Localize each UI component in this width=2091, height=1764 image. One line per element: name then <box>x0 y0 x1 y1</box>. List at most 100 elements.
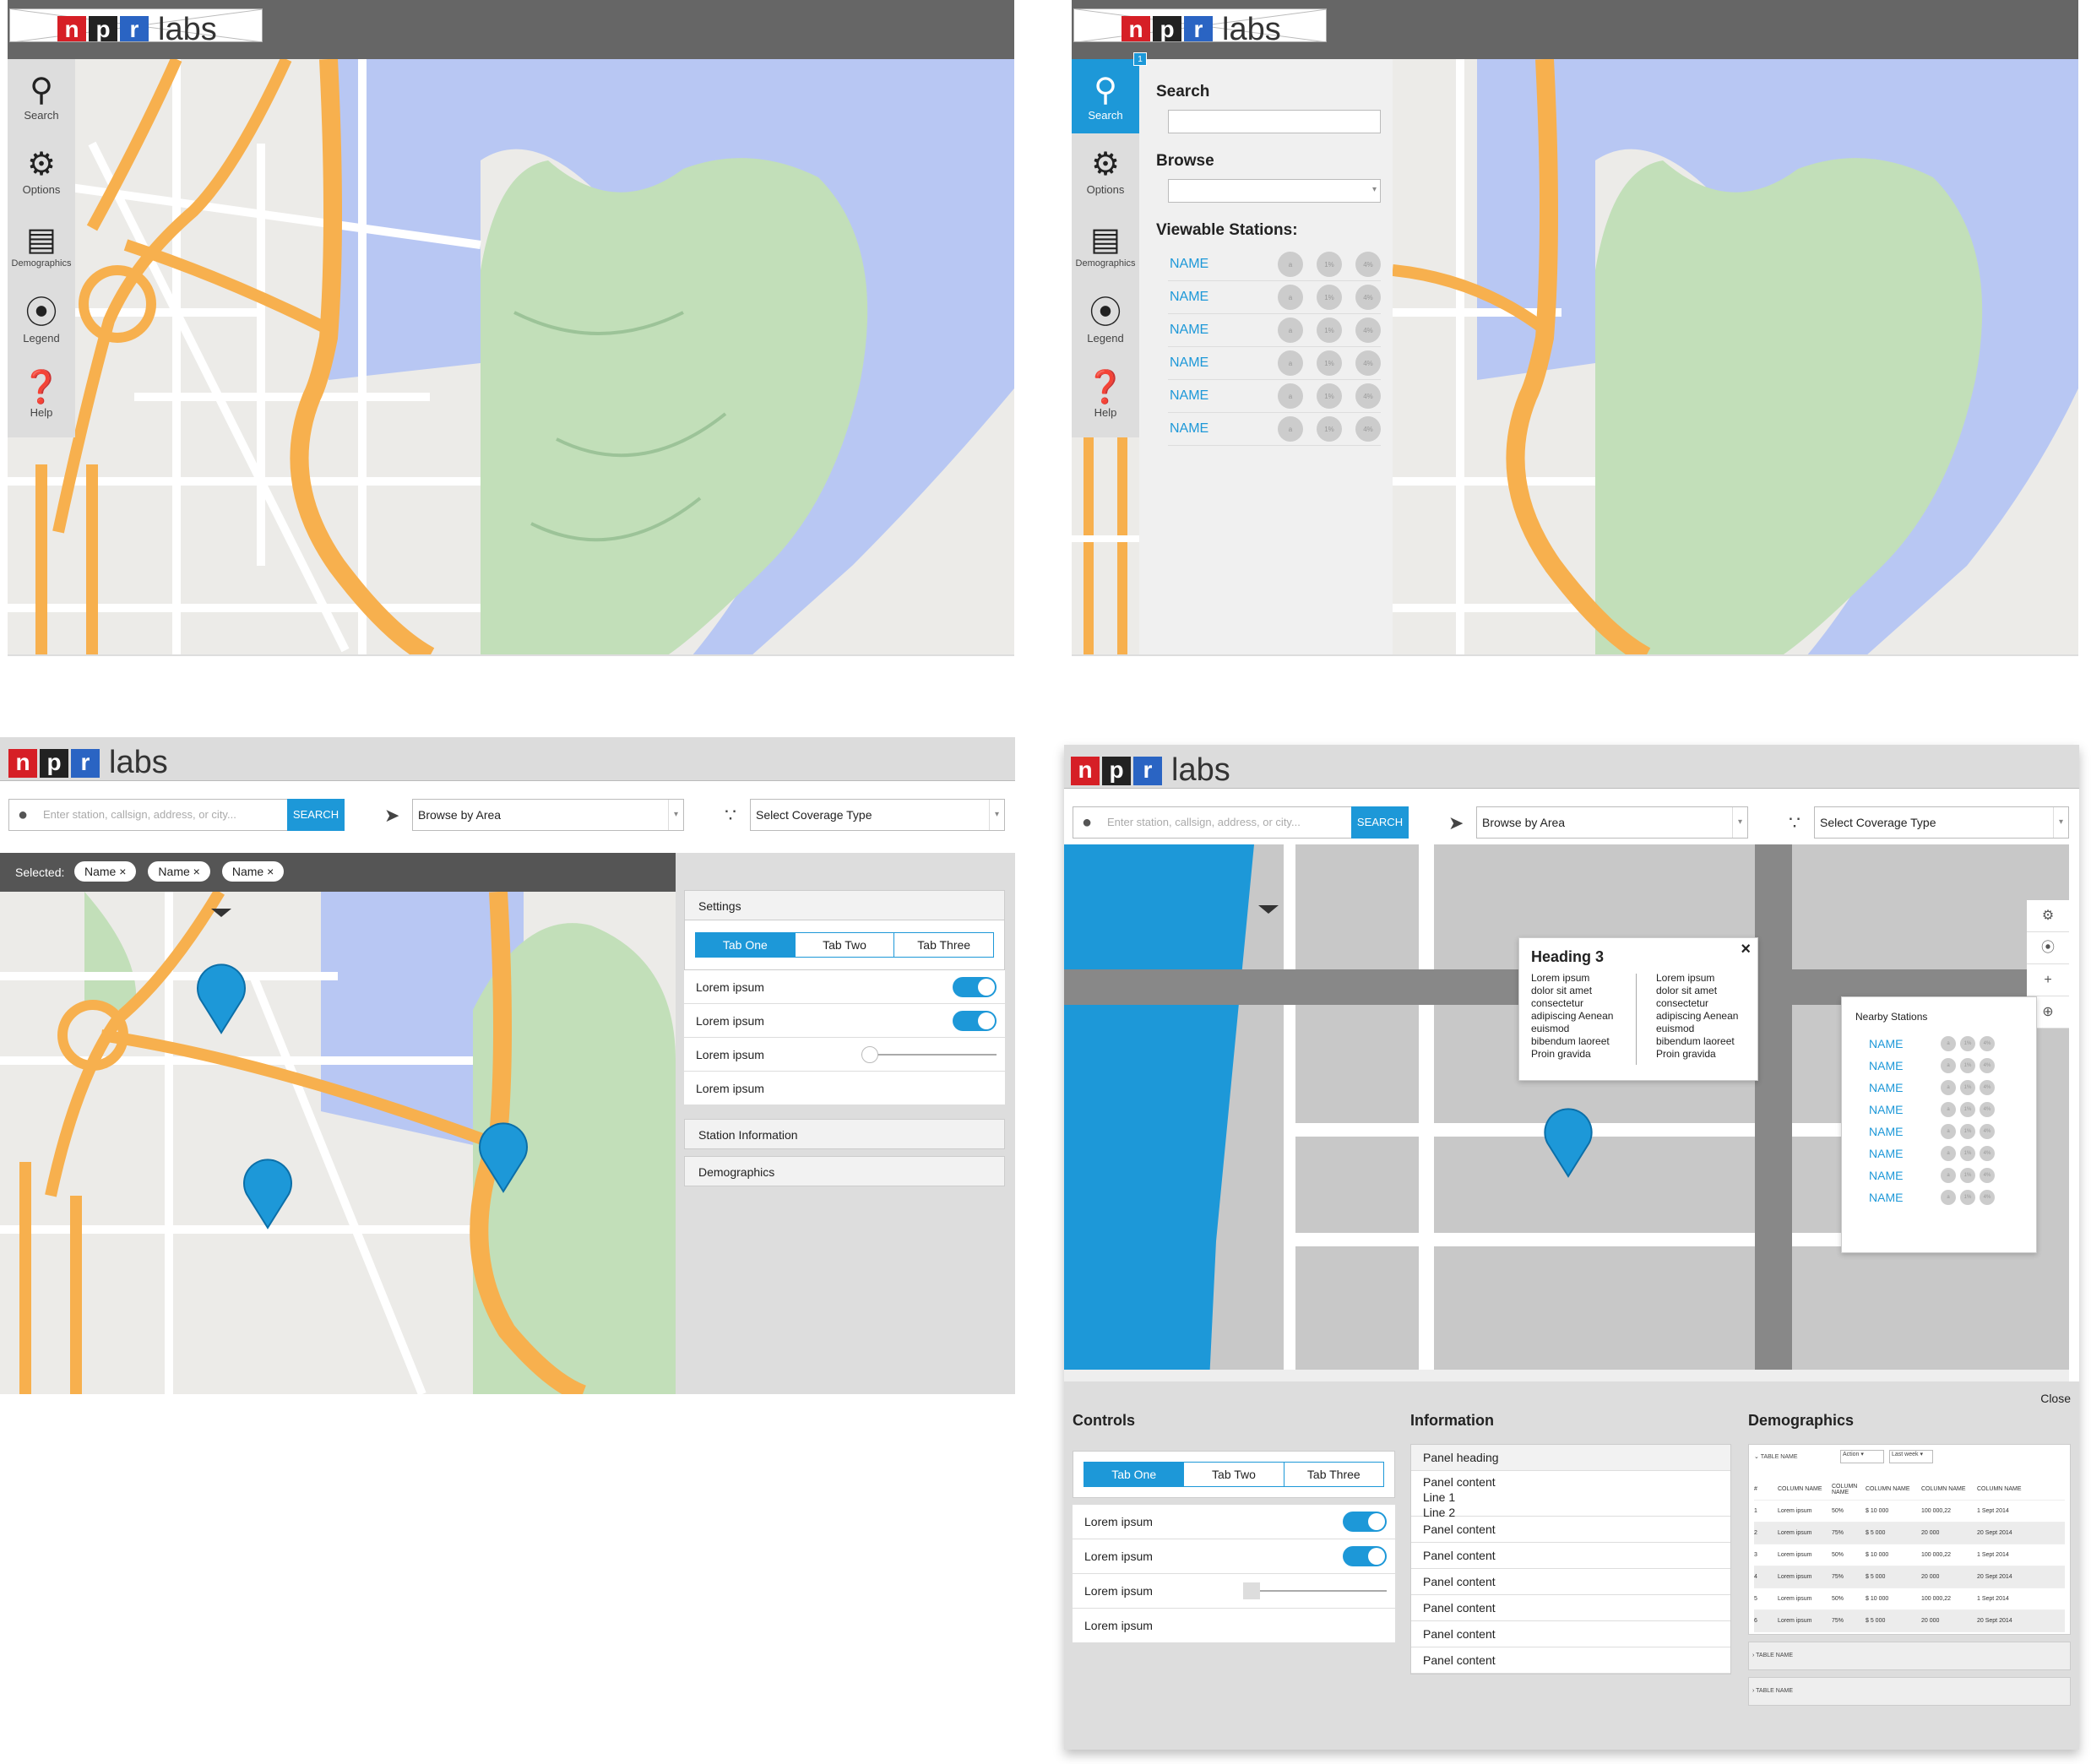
gear-icon[interactable]: ⚙ <box>2027 900 2069 932</box>
station-name[interactable]: NAME <box>1168 356 1264 371</box>
map[interactable] <box>0 892 676 1394</box>
selected-chip[interactable]: Name × <box>148 861 210 882</box>
tab-one[interactable]: Tab One <box>1084 1463 1184 1486</box>
station-action-button[interactable]: a <box>1941 1168 1956 1183</box>
station-action-button[interactable]: 1% <box>1317 383 1342 409</box>
map-pin-icon[interactable] <box>243 1159 292 1230</box>
nearby-station-row[interactable]: NAME a 1% 4% <box>1869 1186 2038 1208</box>
station-name[interactable]: NAME <box>1869 1169 1936 1182</box>
station-action-button[interactable]: 4% <box>1980 1058 1995 1073</box>
station-name[interactable]: NAME <box>1869 1103 1936 1116</box>
station-action-button[interactable]: a <box>1941 1058 1956 1073</box>
table-row[interactable]: 3 Lorem ipsum 50% $ 10 000 100 000,22 1 Sept … <box>1754 1544 2065 1566</box>
tab-two[interactable]: Tab Two <box>1183 1463 1283 1486</box>
npr-labs-logo[interactable]: n p r labs <box>8 745 168 781</box>
station-name[interactable]: NAME <box>1168 257 1264 272</box>
chevron-down-icon[interactable]: ⌄ <box>1754 1454 1759 1460</box>
station-action-button[interactable]: 1% <box>1960 1168 1975 1183</box>
station-action-button[interactable]: 4% <box>1355 350 1381 376</box>
slider-handle[interactable] <box>1243 1582 1260 1599</box>
station-action-button[interactable]: 4% <box>1355 318 1381 343</box>
station-action-button[interactable]: a <box>1278 318 1303 343</box>
station-action-button[interactable]: 1% <box>1317 285 1342 310</box>
station-row[interactable]: NAME a 1% 4% <box>1168 347 1381 380</box>
station-action-button[interactable]: 4% <box>1980 1102 1995 1117</box>
station-action-button[interactable]: 1% <box>1317 416 1342 442</box>
station-action-button[interactable]: 1% <box>1960 1102 1975 1117</box>
search-input[interactable]: ● Enter station, callsign, address, or c… <box>1073 806 1409 839</box>
station-row[interactable]: NAME a 1% 4% <box>1168 413 1381 446</box>
column-header[interactable]: COLUMN NAME <box>1921 1486 1977 1492</box>
station-name[interactable]: NAME <box>1869 1125 1936 1138</box>
nearby-station-row[interactable]: NAME a 1% 4% <box>1869 1055 2038 1077</box>
tab-three[interactable]: Tab Three <box>893 933 993 957</box>
sidebar-item-help[interactable]: ❓ Help <box>8 356 75 431</box>
station-action-button[interactable]: a <box>1941 1080 1956 1095</box>
map-pin-icon[interactable] <box>197 963 246 1035</box>
station-action-button[interactable]: 4% <box>1355 285 1381 310</box>
station-action-button[interactable]: 1% <box>1317 318 1342 343</box>
map[interactable] <box>1393 59 2078 654</box>
range-select[interactable]: Last week ▾ <box>1889 1450 1933 1463</box>
settings-accordion[interactable]: Settings <box>684 890 1005 920</box>
table-row[interactable]: 4 Lorem ipsum 75% $ 5 000 20 000 20 Sept 2014 <box>1754 1566 2065 1588</box>
sidebar-item-options[interactable]: ⚙ Options <box>1072 133 1139 208</box>
close-icon[interactable]: × <box>1741 940 1751 959</box>
search-button[interactable]: SEARCH <box>1351 806 1409 839</box>
tab-two[interactable]: Tab Two <box>794 933 894 957</box>
station-name[interactable]: NAME <box>1869 1081 1936 1094</box>
station-action-button[interactable]: 4% <box>1980 1168 1995 1183</box>
column-header[interactable]: COLUMN NAME <box>1866 1486 1921 1492</box>
station-action-button[interactable]: 4% <box>1980 1190 1995 1205</box>
map-pin-icon[interactable] <box>1542 1108 1594 1179</box>
collapsed-table[interactable]: › TABLE NAME <box>1748 1677 2071 1706</box>
station-action-button[interactable]: 1% <box>1317 350 1342 376</box>
nearby-station-row[interactable]: NAME a 1% 4% <box>1869 1077 2038 1099</box>
nearby-station-row[interactable]: NAME a 1% 4% <box>1869 1143 2038 1164</box>
station-action-button[interactable]: a <box>1941 1036 1956 1051</box>
station-action-button[interactable]: 4% <box>1980 1146 1995 1161</box>
map[interactable]: Heading 3 × Lorem ipsum dolor sit amet con… <box>1064 844 2069 1381</box>
station-action-button[interactable]: a <box>1278 285 1303 310</box>
station-action-button[interactable]: 4% <box>1980 1080 1995 1095</box>
coverage-type-select[interactable]: Select Coverage Type ▾ <box>1814 806 2069 839</box>
station-name[interactable]: NAME <box>1168 388 1264 404</box>
sidebar-item-search[interactable]: ⚲ Search <box>1072 59 1139 133</box>
slider[interactable] <box>1243 1582 1387 1599</box>
station-name[interactable]: NAME <box>1869 1191 1936 1204</box>
station-action-button[interactable]: 1% <box>1960 1080 1975 1095</box>
browse-by-area-select[interactable]: Browse by Area ▾ <box>412 799 684 831</box>
toggle-switch[interactable] <box>1343 1512 1387 1532</box>
station-action-button[interactable]: a <box>1941 1102 1956 1117</box>
tab-three[interactable]: Tab Three <box>1283 1463 1383 1486</box>
zoom-in-icon[interactable]: + <box>2027 964 2069 996</box>
station-action-button[interactable]: 1% <box>1960 1058 1975 1073</box>
sidebar-item-demographics[interactable]: ▤ Demographics <box>8 208 75 282</box>
station-name[interactable]: NAME <box>1869 1037 1936 1050</box>
coverage-type-select[interactable]: Select Coverage Type ▾ <box>750 799 1005 831</box>
station-action-button[interactable]: 4% <box>1980 1124 1995 1139</box>
slider-handle[interactable] <box>861 1046 878 1063</box>
npr-labs-logo[interactable]: n p r labs <box>1071 752 1230 789</box>
station-action-button[interactable]: 1% <box>1960 1190 1975 1205</box>
table-row[interactable]: 5 Lorem ipsum 50% $ 10 000 100 000,22 1 Sept … <box>1754 1588 2065 1610</box>
station-action-button[interactable]: 4% <box>1355 416 1381 442</box>
column-header[interactable]: COLUMN NAME <box>1977 1486 2028 1492</box>
search-input[interactable] <box>1168 110 1381 133</box>
station-name[interactable]: NAME <box>1869 1059 1936 1072</box>
search-input[interactable]: ● Enter station, callsign, address, or c… <box>8 799 345 831</box>
column-header[interactable]: # <box>1754 1486 1778 1492</box>
station-action-button[interactable]: 4% <box>1355 383 1381 409</box>
station-action-button[interactable]: 4% <box>1980 1036 1995 1051</box>
station-information-accordion[interactable]: Station Information <box>684 1119 1005 1149</box>
sidebar-item-search[interactable]: ⚲ Search <box>8 59 75 133</box>
station-action-button[interactable]: 4% <box>1355 252 1381 277</box>
browse-by-area-select[interactable]: Browse by Area ▾ <box>1476 806 1748 839</box>
map[interactable] <box>8 59 1014 654</box>
toggle-switch[interactable] <box>1343 1546 1387 1566</box>
logo[interactable]: n p r labs <box>9 8 263 42</box>
station-row[interactable]: NAME a 1% 4% <box>1168 281 1381 314</box>
action-select[interactable]: Action ▾ <box>1840 1450 1884 1463</box>
search-button[interactable]: SEARCH <box>287 799 345 831</box>
station-action-button[interactable]: a <box>1941 1124 1956 1139</box>
